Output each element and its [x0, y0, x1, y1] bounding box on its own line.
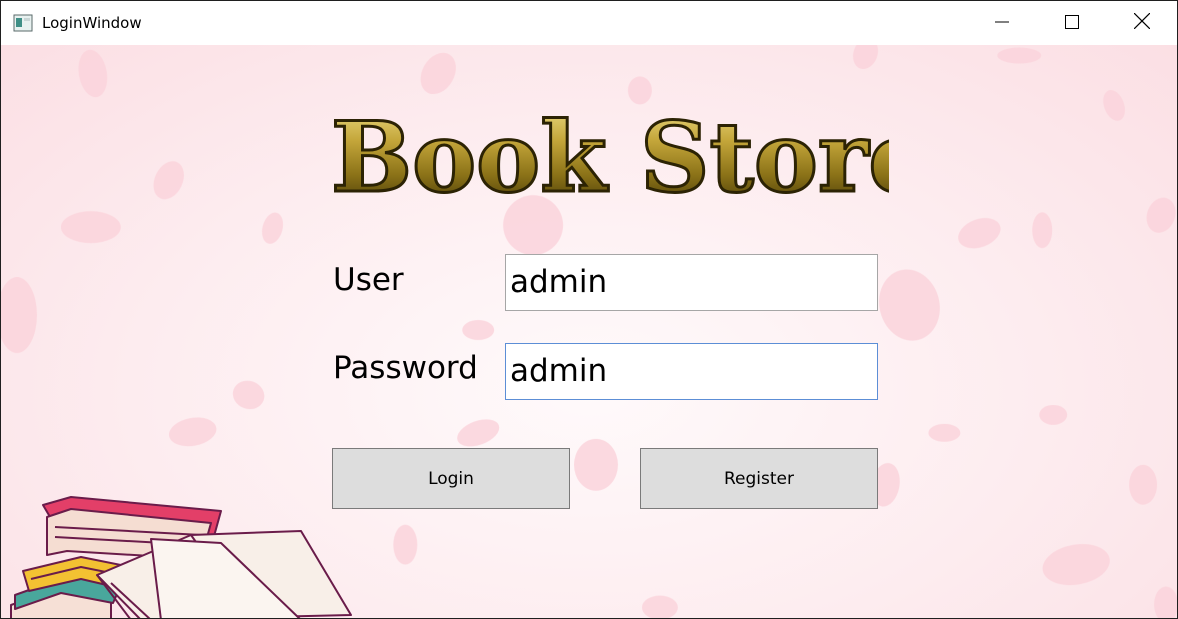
book-store-heading: Book Store [330, 100, 890, 214]
heading-text: Book Store [331, 101, 889, 213]
minimize-button[interactable] [967, 1, 1037, 45]
register-button[interactable]: Register [640, 448, 878, 509]
app-window-icon [13, 14, 33, 32]
books-illustration [10, 496, 352, 618]
close-icon [1133, 12, 1151, 33]
password-field[interactable]: admin [505, 343, 878, 400]
user-label: User [333, 262, 404, 298]
maximize-icon [1065, 14, 1079, 33]
minimize-icon [995, 14, 1009, 33]
close-button[interactable] [1107, 1, 1177, 45]
window-title: LoginWindow [42, 14, 142, 32]
user-field[interactable]: admin [505, 254, 878, 311]
maximize-button[interactable] [1037, 1, 1107, 45]
title-bar[interactable]: LoginWindow [1, 1, 1177, 45]
login-panel: Book Store User admin Password admin Log… [1, 45, 1177, 618]
login-window: LoginWindow Book Store User admin Passwo… [0, 0, 1178, 619]
password-label: Password [333, 350, 478, 386]
